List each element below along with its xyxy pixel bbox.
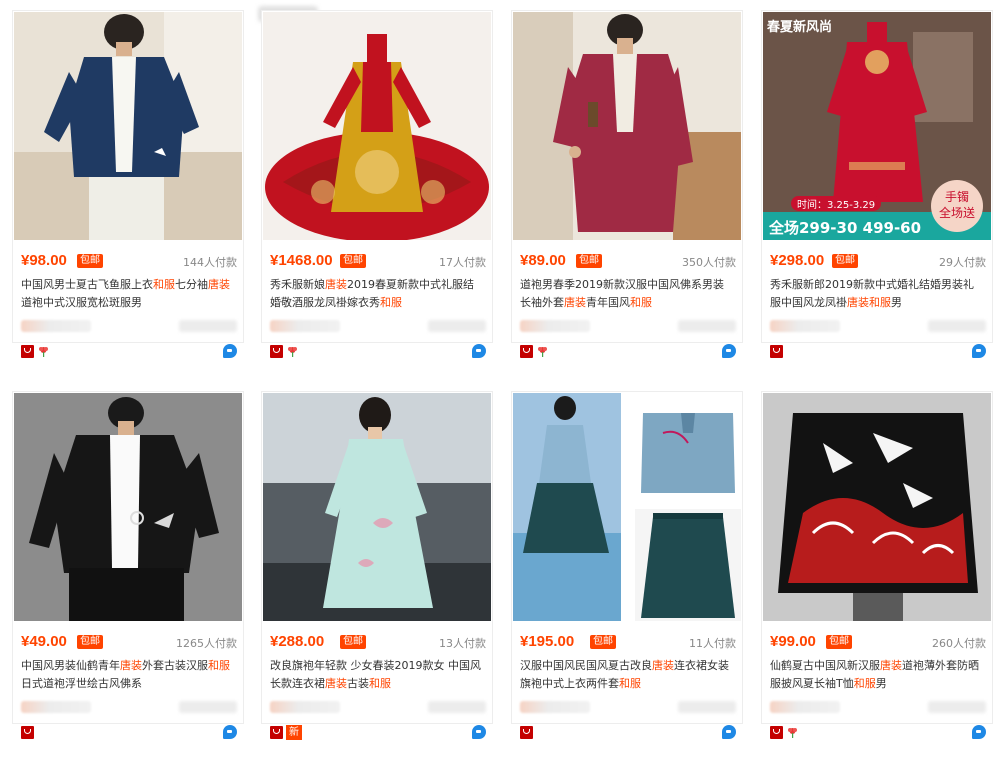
- tmall-icon[interactable]: [21, 726, 34, 739]
- price: ¥89.00: [520, 252, 566, 269]
- tmall-icon[interactable]: [520, 345, 533, 358]
- product-image[interactable]: [513, 393, 741, 621]
- paid-count: 260人付款: [932, 637, 986, 650]
- price: ¥98.00: [21, 252, 67, 269]
- free-shipping-badge: 包邮: [77, 635, 103, 649]
- paid-count: 11人付款: [689, 637, 736, 650]
- location-blurred: [678, 701, 736, 713]
- location-blurred: [179, 320, 237, 332]
- wangwang-chat-icon[interactable]: [223, 344, 237, 358]
- product-title[interactable]: 中国风男装仙鹤青年唐装外套古装汉服和服日式道袍浮世绘古风佛系: [21, 657, 235, 695]
- product-image[interactable]: [14, 12, 242, 240]
- location-blurred: [928, 320, 986, 332]
- shop-name-blurred[interactable]: [770, 701, 840, 713]
- promo-banner: 全场299-30 499-60: [769, 219, 922, 237]
- shop-name-blurred[interactable]: [520, 320, 590, 332]
- flower-icon: [788, 728, 797, 738]
- product-image[interactable]: [763, 393, 991, 621]
- price: ¥195.00: [520, 633, 575, 650]
- shop-name-blurred[interactable]: [270, 320, 340, 332]
- shop-name-blurred[interactable]: [21, 320, 91, 332]
- wangwang-chat-icon[interactable]: [972, 344, 986, 358]
- promo-circle-bottom: 全场送: [938, 206, 975, 220]
- product-image[interactable]: [263, 393, 491, 621]
- product-title[interactable]: 汉服中国风民国风夏古改良唐装连衣裙女装旗袍中式上衣两件套和服: [520, 657, 734, 695]
- product-image[interactable]: [14, 393, 242, 621]
- free-shipping-badge: 包邮: [340, 635, 366, 649]
- wangwang-chat-icon[interactable]: [972, 725, 986, 739]
- shop-name-blurred[interactable]: [270, 701, 340, 713]
- product-title[interactable]: 秀禾服新娘唐装2019春夏新款中式礼服结婚敬酒服龙凤褂嫁衣秀和服: [270, 276, 484, 314]
- product-card[interactable]: 春夏新风尚 时间：3.25-3.29 全场299-30 499-60 手镯 全场…: [761, 10, 993, 358]
- price: ¥298.00: [770, 252, 825, 269]
- product-title[interactable]: 中国风男士夏古飞鱼服上衣和服七分袖唐装道袍中式汉服宽松斑服男: [21, 276, 235, 314]
- product-card[interactable]: ¥99.00 包邮 260人付款 仙鹤夏古中国风新汉服唐装道袍薄外套防晒服披风夏…: [761, 391, 993, 739]
- product-card[interactable]: ¥49.00 包邮 1265人付款 中国风男装仙鹤青年唐装外套古装汉服和服日式道…: [12, 391, 244, 739]
- paid-count: 17人付款: [439, 256, 486, 269]
- paid-count: 13人付款: [439, 637, 486, 650]
- shop-name-blurred[interactable]: [520, 701, 590, 713]
- product-card[interactable]: ¥98.00 包邮 144人付款 中国风男士夏古飞鱼服上衣和服七分袖唐装道袍中式…: [12, 10, 244, 358]
- location-blurred: [179, 701, 237, 713]
- product-card[interactable]: ¥288.00 包邮 13人付款 改良旗袍年轻款 少女春装2019款女 中国风长…: [261, 391, 493, 740]
- tmall-icon[interactable]: [270, 726, 283, 739]
- product-card[interactable]: ¥1468.00 包邮 17人付款 秀禾服新娘唐装2019春夏新款中式礼服结婚敬…: [261, 10, 493, 358]
- paid-count: 29人付款: [939, 256, 986, 269]
- product-title[interactable]: 秀禾服新郎2019新款中式婚礼结婚男装礼服中国风龙凤褂唐装和服男: [770, 276, 984, 314]
- wangwang-chat-icon[interactable]: [223, 725, 237, 739]
- product-title[interactable]: 仙鹤夏古中国风新汉服唐装道袍薄外套防晒服披风夏长袖T恤和服男: [770, 657, 984, 695]
- promo-circle-top: 手镯: [944, 190, 969, 204]
- shop-name-blurred[interactable]: [770, 320, 840, 332]
- promo-date: 时间：3.25-3.29: [791, 196, 882, 211]
- promo-gift-circle: 手镯 全场送: [931, 180, 983, 232]
- wangwang-chat-icon[interactable]: [472, 344, 486, 358]
- free-shipping-badge: 包邮: [826, 635, 852, 649]
- tmall-icon[interactable]: [770, 345, 783, 358]
- shop-name-blurred[interactable]: [21, 701, 91, 713]
- product-title[interactable]: 改良旗袍年轻款 少女春装2019款女 中国风长款连衣裙唐装古装和服: [270, 657, 484, 695]
- wangwang-chat-icon[interactable]: [722, 344, 736, 358]
- free-shipping-badge: 包邮: [77, 254, 103, 268]
- price: ¥1468.00: [270, 252, 333, 269]
- paid-count: 350人付款: [682, 256, 736, 269]
- flower-icon: [39, 347, 48, 357]
- free-shipping-badge: 包邮: [340, 254, 366, 268]
- tmall-icon[interactable]: [21, 345, 34, 358]
- paid-count: 1265人付款: [176, 637, 237, 650]
- free-shipping-badge: 包邮: [832, 254, 858, 268]
- free-shipping-badge: 包邮: [590, 635, 616, 649]
- product-card[interactable]: ¥89.00 包邮 350人付款 道袍男春季2019新款汉服中国风佛系男装长袖外…: [511, 10, 743, 358]
- product-image[interactable]: [263, 12, 491, 240]
- location-blurred: [678, 320, 736, 332]
- price: ¥288.00: [270, 633, 325, 650]
- tmall-icon[interactable]: [520, 726, 533, 739]
- price: ¥49.00: [21, 633, 67, 650]
- price: ¥99.00: [770, 633, 816, 650]
- flower-icon: [538, 347, 547, 357]
- wangwang-chat-icon[interactable]: [722, 725, 736, 739]
- flower-icon: [288, 347, 297, 357]
- paid-count: 144人付款: [183, 256, 237, 269]
- tmall-icon[interactable]: [770, 726, 783, 739]
- location-blurred: [928, 701, 986, 713]
- product-title[interactable]: 道袍男春季2019新款汉服中国风佛系男装长袖外套唐装青年国风和服: [520, 276, 734, 314]
- product-image[interactable]: 春夏新风尚 时间：3.25-3.29 全场299-30 499-60 手镯 全场…: [763, 12, 991, 240]
- location-blurred: [428, 701, 486, 713]
- product-card[interactable]: ¥195.00 包邮 11人付款 汉服中国风民国风夏古改良唐装连衣裙女装旗袍中式…: [511, 391, 743, 739]
- wangwang-chat-icon[interactable]: [472, 725, 486, 739]
- new-badge: 新: [286, 725, 302, 740]
- free-shipping-badge: 包邮: [576, 254, 602, 268]
- location-blurred: [428, 320, 486, 332]
- product-image[interactable]: [513, 12, 741, 240]
- promo-overlay-top: 春夏新风尚: [767, 20, 833, 35]
- tmall-icon[interactable]: [270, 345, 283, 358]
